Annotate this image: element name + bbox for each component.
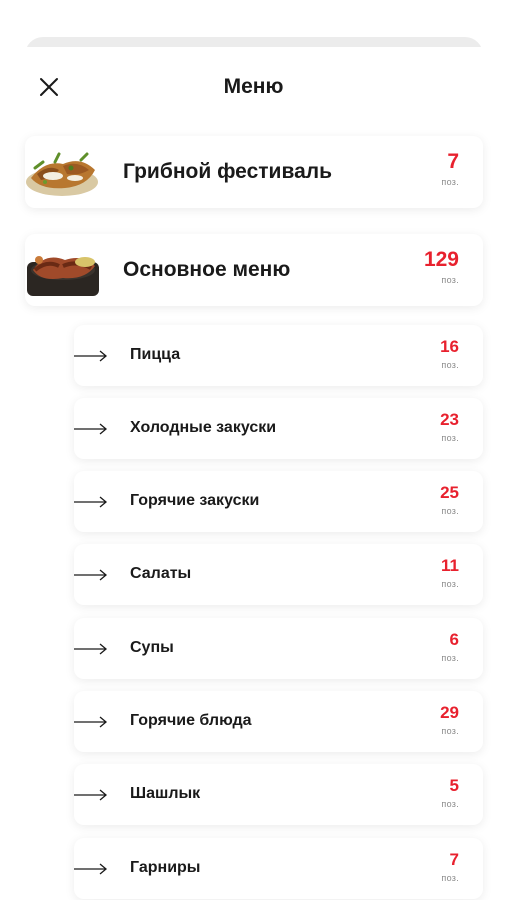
subcategory-count: 23 поз. [440, 410, 459, 443]
arrow-right-icon [74, 496, 108, 508]
subcategory-label: Шашлык [130, 785, 201, 802]
subcategory-item-shashlik[interactable]: Шашлык 5 поз. [74, 764, 483, 825]
subcategory-item-pizza[interactable]: Пицца 16 поз. [74, 325, 483, 386]
subcategory-label: Салаты [130, 565, 192, 582]
category-count: 7 поз. [441, 150, 459, 187]
subcategory-count: 6 поз. [441, 630, 459, 663]
subcategory-item-side-dishes[interactable]: Гарниры 7 поз. [74, 838, 483, 899]
subcategory-item-soups[interactable]: Супы 6 поз. [74, 618, 483, 679]
category-count: 129 поз. [423, 248, 459, 285]
subcategory-count: 16 поз. [440, 337, 459, 370]
category-card-main-menu[interactable]: Основное меню 129 поз. [25, 234, 483, 306]
arrow-right-icon [74, 643, 108, 655]
subcategory-label: Горячие закуски [130, 492, 260, 509]
subcategory-count: 25 поз. [440, 483, 459, 516]
sausage-dish-image [25, 240, 100, 300]
subcategory-item-cold-appetizers[interactable]: Холодные закуски 23 поз. [74, 398, 483, 459]
arrow-right-icon [74, 423, 108, 435]
category-title: Основное меню [123, 258, 291, 281]
category-title: Грибной фестиваль [123, 160, 333, 183]
subcategory-label: Гарниры [130, 859, 201, 876]
subcategory-count: 11 поз. [441, 556, 459, 589]
category-card-mushroom-festival[interactable]: Грибной фестиваль 7 поз. [25, 136, 483, 208]
subcategory-item-hot-dishes[interactable]: Горячие блюда 29 поз. [74, 691, 483, 752]
arrow-right-icon [74, 716, 108, 728]
arrow-right-icon [74, 789, 108, 801]
mushroom-dish-image [25, 142, 100, 202]
header: Меню [0, 47, 507, 127]
arrow-right-icon [74, 350, 108, 362]
arrow-right-icon [74, 863, 108, 875]
subcategory-item-salads[interactable]: Салаты 11 поз. [74, 544, 483, 605]
subcategory-count: 7 поз. [441, 850, 459, 883]
arrow-right-icon [74, 569, 108, 581]
subcategory-count: 29 поз. [440, 703, 459, 736]
menu-sheet: Меню Грибной фестиваль 7 поз. Основное м… [0, 47, 507, 900]
subcategory-item-hot-appetizers[interactable]: Горячие закуски 25 поз. [74, 471, 483, 532]
subcategory-label: Супы [130, 639, 174, 656]
subcategory-label: Пицца [130, 346, 181, 363]
page-title: Меню [223, 75, 284, 98]
subcategory-label: Холодные закуски [130, 419, 277, 436]
subcategory-count: 5 поз. [441, 776, 459, 809]
subcategory-label: Горячие блюда [130, 712, 252, 729]
